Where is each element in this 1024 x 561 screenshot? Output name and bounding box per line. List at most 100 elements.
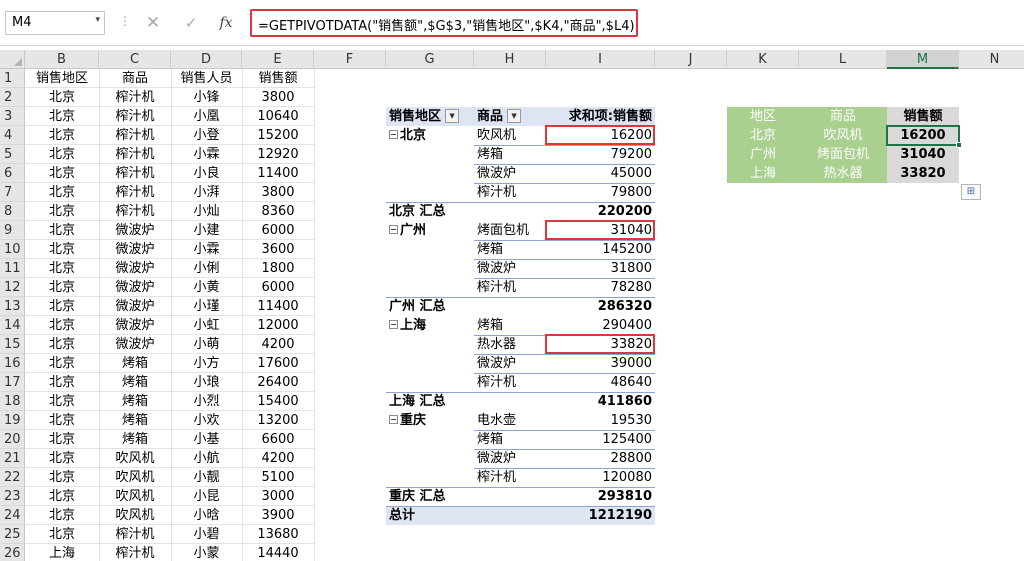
- row-header-18[interactable]: 18: [0, 392, 25, 411]
- pivot-product-cell[interactable]: 微波炉: [474, 449, 546, 468]
- filter-dropdown-icon[interactable]: ▼: [445, 108, 460, 123]
- table-cell[interactable]: 榨汁机: [99, 164, 171, 183]
- table-cell[interactable]: 5100: [242, 468, 314, 487]
- table-cell[interactable]: 小昆: [171, 487, 242, 506]
- column-header-c[interactable]: C: [99, 50, 171, 69]
- table-cell[interactable]: 小霖: [171, 145, 242, 164]
- table-cell[interactable]: 北京: [25, 107, 99, 126]
- pivot-product-cell[interactable]: 烤面包机: [474, 221, 546, 240]
- table-cell[interactable]: 微波炉: [99, 240, 171, 259]
- row-header-6[interactable]: 6: [0, 164, 25, 183]
- row-header-16[interactable]: 16: [0, 354, 25, 373]
- table-cell[interactable]: 北京: [25, 164, 99, 183]
- table-cell[interactable]: 14440: [242, 544, 314, 561]
- pivot-product-cell[interactable]: 烤箱: [474, 145, 546, 164]
- table-cell[interactable]: 榨汁机: [99, 88, 171, 107]
- pivot-value-cell[interactable]: 31800: [546, 259, 655, 278]
- table-cell[interactable]: 小建: [171, 221, 242, 240]
- pivot-product-cell[interactable]: 电水壶: [474, 411, 546, 430]
- table-cell[interactable]: 小方: [171, 354, 242, 373]
- lookup-header-cell[interactable]: 地区: [727, 107, 799, 126]
- table-cell[interactable]: 北京: [25, 259, 99, 278]
- pivot-value-cell[interactable]: 28800: [546, 449, 655, 468]
- pivot-value-cell[interactable]: 39000: [546, 354, 655, 373]
- pivot-grand-total-value[interactable]: 1212190: [546, 506, 655, 525]
- pivot-value-cell[interactable]: 120080: [546, 468, 655, 487]
- pivot-product-cell[interactable]: 热水器: [474, 335, 546, 354]
- table-cell[interactable]: 小良: [171, 164, 242, 183]
- pivot-header-product[interactable]: 商品 ▼: [474, 107, 546, 126]
- lookup-cell[interactable]: 广州: [727, 145, 799, 164]
- table-cell[interactable]: 小凰: [171, 107, 242, 126]
- pivot-product-cell[interactable]: 烤箱: [474, 240, 546, 259]
- table-cell[interactable]: 微波炉: [99, 278, 171, 297]
- row-header-8[interactable]: 8: [0, 202, 25, 221]
- table-cell[interactable]: 6000: [242, 278, 314, 297]
- table-cell[interactable]: 北京: [25, 468, 99, 487]
- pivot-product-cell[interactable]: 微波炉: [474, 259, 546, 278]
- table-cell[interactable]: 3000: [242, 487, 314, 506]
- pivot-value-cell[interactable]: 145200: [546, 240, 655, 259]
- row-header-20[interactable]: 20: [0, 430, 25, 449]
- pivot-product-cell[interactable]: 烤箱: [474, 430, 546, 449]
- column-header-n[interactable]: N: [959, 50, 1024, 69]
- pivot-subtotal-value[interactable]: 411860: [546, 392, 655, 411]
- pivot-product-cell[interactable]: 微波炉: [474, 164, 546, 183]
- source-header-cell[interactable]: 销售人员: [171, 69, 242, 88]
- table-cell[interactable]: 3800: [242, 88, 314, 107]
- table-cell[interactable]: 12000: [242, 316, 314, 335]
- lookup-cell[interactable]: 31040: [887, 145, 959, 164]
- table-cell[interactable]: 3800: [242, 183, 314, 202]
- lookup-cell[interactable]: 热水器: [799, 164, 887, 183]
- formula-input[interactable]: =GETPIVOTDATA("销售额",$G$3,"销售地区",$K4,"商品"…: [250, 9, 638, 37]
- source-header-cell[interactable]: 销售额: [242, 69, 314, 88]
- table-cell[interactable]: 北京: [25, 335, 99, 354]
- table-cell[interactable]: 小黄: [171, 278, 242, 297]
- table-cell[interactable]: 13200: [242, 411, 314, 430]
- row-header-5[interactable]: 5: [0, 145, 25, 164]
- table-cell[interactable]: 北京: [25, 392, 99, 411]
- collapse-icon[interactable]: −: [389, 415, 398, 424]
- pivot-value-cell[interactable]: 79800: [546, 183, 655, 202]
- table-cell[interactable]: 北京: [25, 316, 99, 335]
- filter-dropdown-icon[interactable]: ▼: [507, 108, 522, 123]
- table-cell[interactable]: 北京: [25, 126, 99, 145]
- pivot-region-cell[interactable]: − 广州: [386, 221, 474, 240]
- source-header-cell[interactable]: 商品: [99, 69, 171, 88]
- table-cell[interactable]: 北京: [25, 430, 99, 449]
- row-header-9[interactable]: 9: [0, 221, 25, 240]
- table-cell[interactable]: 15400: [242, 392, 314, 411]
- lookup-header-cell[interactable]: 销售额: [887, 107, 959, 126]
- table-cell[interactable]: 3900: [242, 506, 314, 525]
- pivot-value-cell[interactable]: 45000: [546, 164, 655, 183]
- table-cell[interactable]: 北京: [25, 240, 99, 259]
- table-cell[interactable]: 小虹: [171, 316, 242, 335]
- table-cell[interactable]: 小瑾: [171, 297, 242, 316]
- name-box-dropdown-icon[interactable]: ▾: [95, 15, 100, 25]
- table-cell[interactable]: 小晗: [171, 506, 242, 525]
- table-cell[interactable]: 吹风机: [99, 449, 171, 468]
- table-cell[interactable]: 4200: [242, 449, 314, 468]
- column-header-d[interactable]: D: [171, 50, 242, 69]
- table-cell[interactable]: 榨汁机: [99, 183, 171, 202]
- collapse-icon[interactable]: −: [389, 320, 398, 329]
- row-header-25[interactable]: 25: [0, 525, 25, 544]
- table-cell[interactable]: 小欢: [171, 411, 242, 430]
- table-cell[interactable]: 烤箱: [99, 373, 171, 392]
- pivot-region-cell[interactable]: − 重庆: [386, 411, 474, 430]
- table-cell[interactable]: 北京: [25, 297, 99, 316]
- pivot-product-cell[interactable]: 微波炉: [474, 354, 546, 373]
- table-cell[interactable]: 烤箱: [99, 354, 171, 373]
- table-cell[interactable]: 17600: [242, 354, 314, 373]
- pivot-product-cell[interactable]: 榨汁机: [474, 278, 546, 297]
- row-header-22[interactable]: 22: [0, 468, 25, 487]
- column-header-l[interactable]: L: [799, 50, 887, 69]
- column-header-j[interactable]: J: [655, 50, 727, 69]
- table-cell[interactable]: 4200: [242, 335, 314, 354]
- table-cell[interactable]: 榨汁机: [99, 107, 171, 126]
- table-cell[interactable]: 北京: [25, 373, 99, 392]
- table-cell[interactable]: 吹风机: [99, 468, 171, 487]
- row-header-13[interactable]: 13: [0, 297, 25, 316]
- column-header-f[interactable]: F: [314, 50, 386, 69]
- pivot-header-value[interactable]: 求和项:销售额: [546, 107, 655, 126]
